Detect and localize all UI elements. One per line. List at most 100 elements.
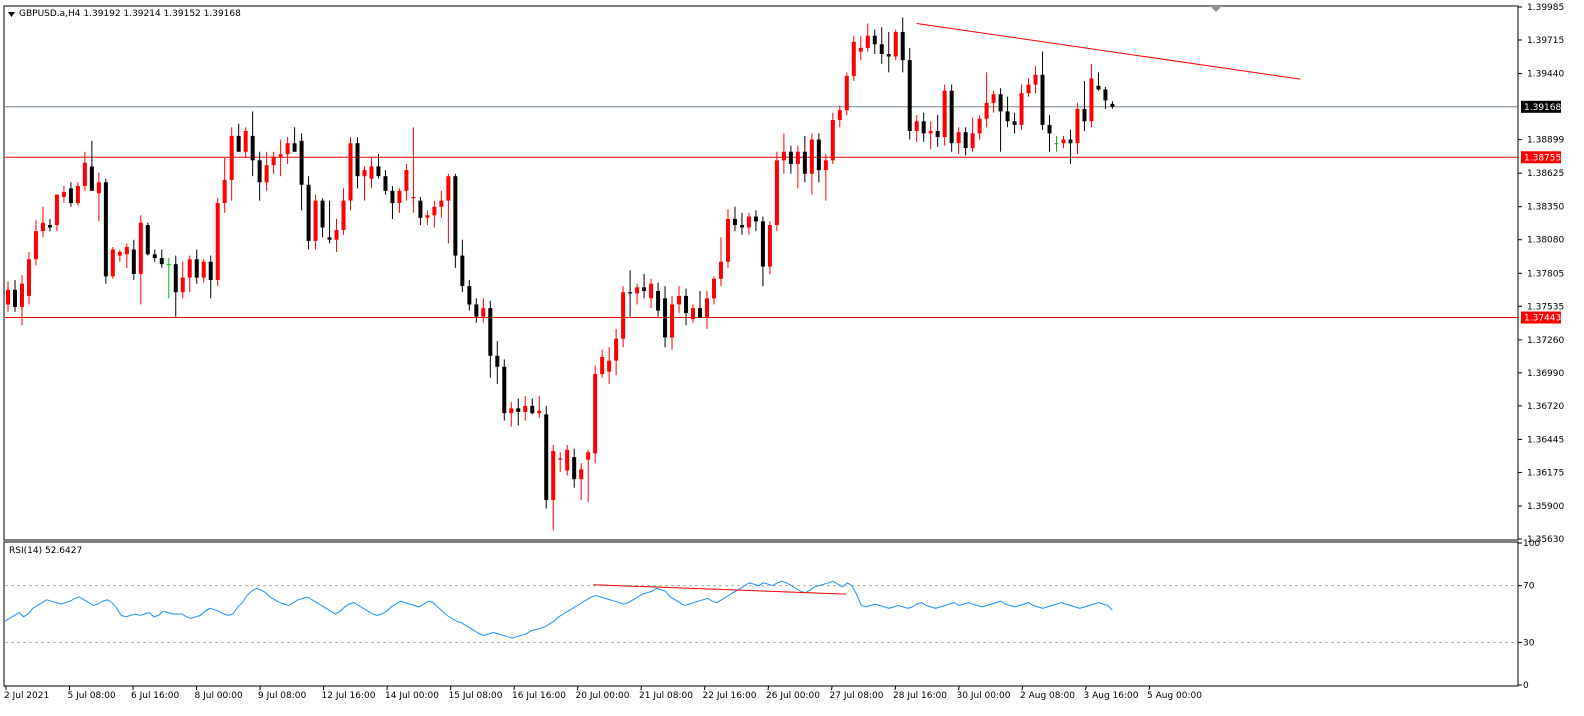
candle-body [188,259,192,277]
price-tick-label: 1.38899 [1527,136,1564,146]
candle-body [726,219,730,262]
candle [845,72,849,115]
candle [621,286,625,347]
candle-body [922,121,926,133]
candle [307,176,311,249]
candle-body [495,356,499,367]
candle-body [572,457,576,479]
candle [943,85,947,146]
candle-body [600,357,604,374]
candle-body [13,290,17,307]
candle-body [300,141,304,185]
price-tick-label: 1.37805 [1527,269,1564,279]
candle-body [90,166,94,190]
level-price-label-text: 1.38755 [1524,153,1561,163]
chart-header-title: GBPUSD.a,H4 1.39192 1.39214 1.39152 1.39… [19,9,241,19]
candle [111,247,115,279]
candle-body [307,185,311,241]
time-tick-label: 6 Jul 16:00 [131,691,180,701]
candle-body [1048,125,1052,134]
candle-body [712,279,716,299]
candle-body [1103,89,1107,100]
candle [216,198,220,286]
candle-body [950,91,954,144]
candle-body [118,252,122,256]
candle-body [432,207,436,216]
time-tick-label: 27 Jul 08:00 [830,691,884,701]
level-price-label: 1.37443 [1521,312,1561,324]
candle-body [132,249,136,273]
candle-body [342,201,346,230]
candle-body [978,119,982,134]
price-tick-label: 1.39440 [1527,70,1564,80]
rsi-tick-label: 100 [1523,539,1540,549]
candle [502,359,506,420]
candle-body [768,225,772,267]
candle-body [230,136,234,180]
candle-body [48,225,52,227]
candle-body [383,176,387,191]
candle [852,36,856,81]
candle-body [754,217,758,222]
candle-body [565,450,569,471]
candle-body [55,195,59,226]
candle-body [223,180,227,203]
candle-body [293,143,297,152]
chart-root: 1.399851.397151.394401.388991.386251.383… [0,0,1584,713]
candle-body [488,308,492,356]
candle [894,30,898,61]
time-tick [641,686,642,690]
candle-body [446,176,450,200]
candle-body [439,201,443,207]
candle-body [160,258,164,264]
candle-body [69,188,73,203]
candle-body [376,166,380,176]
candle-body [20,284,24,307]
candle-body [817,140,821,171]
price-tick-label: 1.36990 [1527,369,1564,379]
time-tick-label: 15 Jul 08:00 [449,691,503,701]
candle-body [272,157,276,166]
time-tick-label: 2 Jul 2021 [4,691,49,701]
price-tick-label: 1.38080 [1527,236,1564,246]
rsi-tick-label: 0 [1523,681,1529,691]
candle-body [649,284,653,299]
price-tick-label: 1.38350 [1527,203,1564,213]
candle-body [425,215,429,217]
candle [349,137,353,210]
candle-body [279,154,283,156]
candle-body [502,367,506,413]
candle-body [1027,85,1031,94]
candle-body [62,192,66,197]
time-tick [895,686,896,690]
candle-body [362,170,366,176]
candle [908,48,912,140]
candle-body [237,136,241,152]
candle-body [551,451,555,500]
candle-body [873,36,877,45]
candle-body [782,152,786,161]
candle [453,174,457,268]
price-tick-label: 1.38625 [1527,169,1564,179]
time-tick-label: 3 Aug 16:00 [1084,691,1139,701]
candle-body [824,160,828,170]
candle-body [579,469,583,479]
candle-body [908,60,912,131]
current-price-label: 1.39168 [1521,101,1561,113]
candle-body [1013,121,1017,125]
candle-body [558,458,562,459]
candle-body [607,361,611,372]
candle-body [244,131,248,152]
price-tick-label: 1.37260 [1527,336,1564,346]
candle-body [321,201,325,228]
candle-body [719,262,723,279]
candle-body [677,296,681,305]
rsi-tick-label: 70 [1523,582,1535,592]
candle-body [216,203,220,280]
candle-body [209,262,213,280]
candle-body [418,201,422,218]
candle-body [27,259,31,296]
current-price-label-text: 1.39168 [1524,103,1561,113]
candle-body [803,152,807,174]
candle-body [894,32,898,56]
